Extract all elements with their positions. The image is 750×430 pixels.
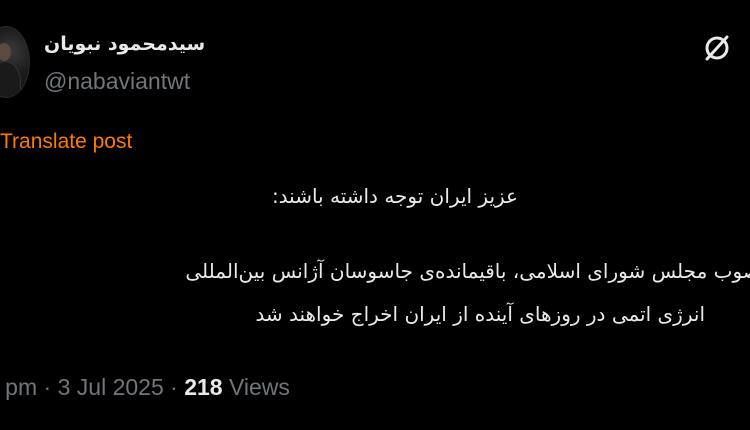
views-label[interactable]: Views — [229, 374, 290, 400]
post-text-line-2: اجرای قانون مصوب مجلس شورای اسلامی، باقی… — [185, 259, 750, 283]
avatar-robe — [0, 61, 21, 97]
views-count[interactable]: 218 — [184, 374, 222, 400]
meta-separator-1: · — [43, 374, 52, 400]
post-time[interactable]: 8 pm — [0, 374, 37, 400]
avatar-face — [0, 43, 11, 61]
meta-separator-2: · — [170, 374, 178, 400]
author-handle[interactable]: @nabaviantwt — [44, 68, 190, 95]
translate-post-link[interactable]: Translate post — [0, 130, 132, 154]
avatar[interactable] — [0, 26, 30, 98]
author-display-name[interactable]: سیدمحمود نبویان — [44, 33, 205, 55]
tweet-card: سیدمحمود نبویان @nabaviantwt Translate p… — [0, 0, 750, 430]
post-text-line-3: انرژی اتمی در روزهای آینده از ایران اخرا… — [255, 302, 705, 326]
post-text-line-1: عزیز ایران توجه داشته باشند: — [271, 184, 518, 208]
post-date[interactable]: 3 Jul 2025 — [58, 374, 164, 400]
post-meta: 8 pm · 3 Jul 2025 · 218 Views — [0, 374, 290, 401]
grok-icon[interactable] — [702, 33, 732, 63]
